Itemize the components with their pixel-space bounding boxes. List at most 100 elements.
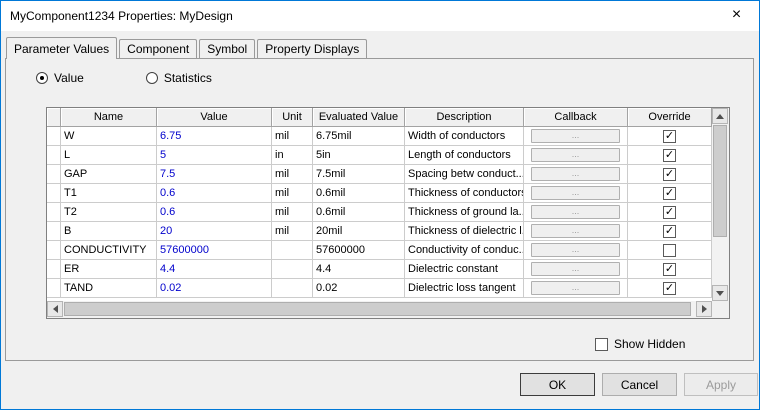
table-row-W: W 6.75 mil 6.75mil Width of conductors... <box>47 127 712 146</box>
cell-name[interactable]: GAP <box>61 165 157 184</box>
scroll-right-button[interactable] <box>696 301 712 317</box>
cell-evaluated-value: 0.6mil <box>313 184 405 203</box>
table-row-T1: T1 0.6 mil 0.6mil Thickness of conductors... <box>47 184 712 203</box>
row-selector[interactable] <box>47 241 61 260</box>
cell-callback: ... <box>524 203 628 222</box>
cell-unit[interactable]: mil <box>272 127 313 146</box>
override-checkbox[interactable] <box>663 129 676 143</box>
override-checkbox[interactable] <box>663 243 676 257</box>
override-checkbox[interactable] <box>663 148 676 162</box>
cell-value[interactable]: 20 <box>157 222 272 241</box>
vertical-scroll-thumb[interactable] <box>713 125 727 237</box>
cell-unit[interactable]: mil <box>272 184 313 203</box>
scroll-left-button[interactable] <box>47 301 63 317</box>
table-row-B: B 20 mil 20mil Thickness of dielectric l....… <box>47 222 712 241</box>
cell-evaluated-value: 0.02 <box>313 279 405 298</box>
cell-override <box>628 127 712 146</box>
callback-button[interactable]: ... <box>530 167 621 181</box>
row-selector[interactable] <box>47 260 61 279</box>
override-checkbox[interactable] <box>663 281 676 295</box>
cell-value[interactable]: 0.6 <box>157 184 272 203</box>
radio-button-icon <box>36 72 48 84</box>
override-checkbox[interactable] <box>663 186 676 200</box>
row-selector[interactable] <box>47 279 61 298</box>
cell-unit[interactable]: mil <box>272 222 313 241</box>
parameter-table: Name Value Unit Evaluated Value Description C… <box>47 108 712 298</box>
scrollbar-corner <box>712 301 729 318</box>
cell-callback: ... <box>524 165 628 184</box>
row-selector[interactable] <box>47 184 61 203</box>
cell-unit[interactable] <box>272 260 313 279</box>
cell-name[interactable]: B <box>61 222 157 241</box>
cell-unit[interactable]: in <box>272 146 313 165</box>
row-selector[interactable] <box>47 203 61 222</box>
table-row-CONDUCTIVITY: CONDUCTIVITY 57600000 57600000 Conductivity… <box>47 241 712 260</box>
cell-unit[interactable] <box>272 241 313 260</box>
cell-name[interactable]: TAND <box>61 279 157 298</box>
cancel-button[interactable]: Cancel <box>602 373 677 396</box>
scroll-up-button[interactable] <box>712 108 728 124</box>
column-header-callback: Callback <box>524 108 628 127</box>
ok-button[interactable]: OK <box>520 373 595 396</box>
radio-value[interactable]: Value <box>36 71 84 85</box>
row-selector[interactable] <box>47 165 61 184</box>
row-selector[interactable] <box>47 222 61 241</box>
cell-override <box>628 165 712 184</box>
tab-property-displays[interactable]: Property Displays <box>257 39 368 58</box>
table-row-GAP: GAP 7.5 mil 7.5mil Spacing betw conduct.....… <box>47 165 712 184</box>
scroll-down-button[interactable] <box>712 285 728 301</box>
parameter-values-panel: Value Statistics Name Value Unit Evaluated … <box>5 58 754 361</box>
tab-component[interactable]: Component <box>119 39 198 58</box>
override-checkbox[interactable] <box>663 205 676 219</box>
tab-parameter-values[interactable]: Parameter Values <box>6 37 118 59</box>
cell-value[interactable]: 4.4 <box>157 260 272 279</box>
close-button[interactable]: × <box>714 1 759 31</box>
cell-value[interactable]: 0.02 <box>157 279 272 298</box>
cell-unit[interactable] <box>272 279 313 298</box>
cell-description: Dielectric loss tangent <box>405 279 524 298</box>
override-checkbox[interactable] <box>663 167 676 181</box>
cell-name[interactable]: ER <box>61 260 157 279</box>
column-header-override: Override <box>628 108 712 127</box>
cell-value[interactable]: 7.5 <box>157 165 272 184</box>
callback-button[interactable]: ... <box>530 243 621 257</box>
table-row-L: L 5 in 5in Length of conductors... <box>47 146 712 165</box>
cell-name[interactable]: CONDUCTIVITY <box>61 241 157 260</box>
checkbox-icon <box>595 337 608 351</box>
cell-value[interactable]: 6.75 <box>157 127 272 146</box>
apply-button[interactable]: Apply <box>684 373 758 396</box>
vertical-scrollbar[interactable] <box>712 108 729 301</box>
table-row-TAND: TAND 0.02 0.02 Dielectric loss tangent... <box>47 279 712 298</box>
callback-button[interactable]: ... <box>530 224 621 238</box>
cell-value[interactable]: 0.6 <box>157 203 272 222</box>
cell-description: Thickness of dielectric l... <box>405 222 524 241</box>
cell-callback: ... <box>524 241 628 260</box>
cell-unit[interactable]: mil <box>272 165 313 184</box>
show-hidden-checkbox[interactable]: Show Hidden <box>595 337 685 351</box>
callback-button[interactable]: ... <box>530 205 621 219</box>
tab-symbol[interactable]: Symbol <box>199 39 256 58</box>
horizontal-scrollbar[interactable] <box>47 301 712 318</box>
callback-button[interactable]: ... <box>530 262 621 276</box>
cell-description: Thickness of ground la... <box>405 203 524 222</box>
cell-value[interactable]: 5 <box>157 146 272 165</box>
callback-button[interactable]: ... <box>530 186 621 200</box>
row-selector[interactable] <box>47 127 61 146</box>
override-checkbox[interactable] <box>663 224 676 238</box>
cell-name[interactable]: T2 <box>61 203 157 222</box>
cell-value[interactable]: 57600000 <box>157 241 272 260</box>
callback-button[interactable]: ... <box>530 148 621 162</box>
cell-unit[interactable]: mil <box>272 203 313 222</box>
callback-button[interactable]: ... <box>530 129 621 143</box>
horizontal-scroll-thumb[interactable] <box>64 302 691 316</box>
callback-button[interactable]: ... <box>530 281 621 295</box>
cell-name[interactable]: L <box>61 146 157 165</box>
cell-name[interactable]: T1 <box>61 184 157 203</box>
cell-callback: ... <box>524 222 628 241</box>
radio-statistics[interactable]: Statistics <box>145 71 212 85</box>
left-arrow-icon <box>52 305 58 313</box>
row-selector[interactable] <box>47 146 61 165</box>
cell-name[interactable]: W <box>61 127 157 146</box>
override-checkbox[interactable] <box>663 262 676 276</box>
column-header-value: Value <box>157 108 272 127</box>
